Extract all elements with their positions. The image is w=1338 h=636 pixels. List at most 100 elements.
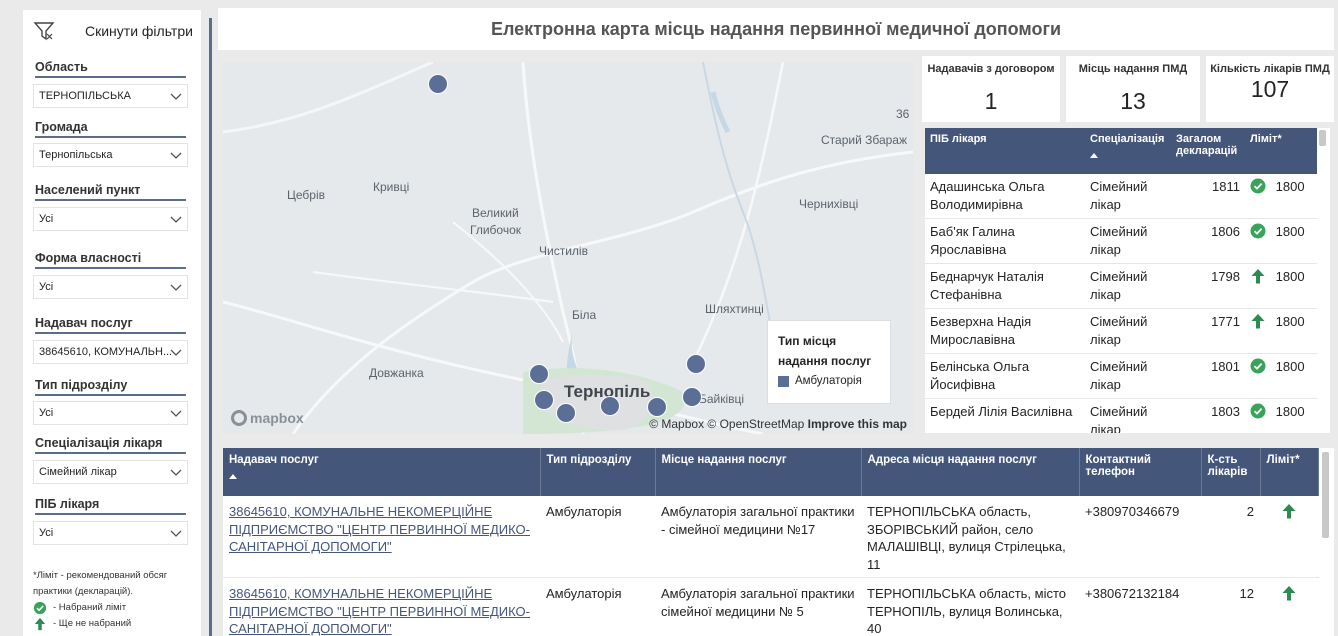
table-row[interactable]: Бердей Лілія Василівна Сімейний лікар 1803… bbox=[925, 398, 1317, 433]
map-label: Глибочок bbox=[470, 223, 521, 237]
cell-place: Амбулаторія загальної практики сімейної … bbox=[655, 577, 861, 636]
kpi-label: Надавачів з договором bbox=[927, 63, 1055, 75]
limit-note-text: *Ліміт - рекомендований обсяг практики (… bbox=[33, 570, 168, 597]
column-header-phone[interactable]: Контактний телефон bbox=[1079, 448, 1202, 496]
provider-link[interactable]: 38645610, КОМУНАЛЬНЕ НЕКОМЕРЦІЙНЕ ПІДПРИ… bbox=[229, 586, 530, 636]
filter-label-unit-type: Тип підрозділу bbox=[35, 378, 186, 396]
column-header-place[interactable]: Місце надання послуг bbox=[655, 448, 862, 496]
map-pin[interactable] bbox=[600, 396, 620, 416]
filter-ownership-value: Усі bbox=[39, 281, 54, 293]
check-circle-icon bbox=[1250, 358, 1266, 374]
table-row[interactable]: Безверхна Надія Мирославівна Сімейний лік… bbox=[925, 308, 1317, 354]
scrollbar-thumb[interactable] bbox=[1319, 130, 1326, 146]
kpi-locations: Місць надання ПМД 13 bbox=[1066, 56, 1200, 122]
filter-oblast-value: ТЕРНОПІЛЬСЬКА bbox=[39, 90, 131, 102]
filter-label-doctor: ПІБ лікаря bbox=[35, 497, 186, 515]
table-row[interactable]: Баб'як Галина Ярославівна Сімейний лікар 1… bbox=[925, 218, 1317, 264]
map-pin[interactable] bbox=[534, 390, 554, 410]
arrow-up-icon bbox=[1251, 269, 1265, 284]
cell-phone: +380970346679 bbox=[1079, 496, 1201, 578]
map-pin[interactable] bbox=[428, 74, 448, 94]
filter-oblast-dropdown[interactable]: ТЕРНОПІЛЬСЬКА bbox=[33, 84, 188, 108]
column-header-provider[interactable]: Надавач послуг bbox=[223, 448, 541, 496]
column-header-doctor[interactable]: ПІБ лікаря bbox=[925, 128, 1085, 174]
map-pin[interactable] bbox=[529, 364, 549, 384]
filter-unit-type-dropdown[interactable]: Усі bbox=[33, 401, 188, 425]
filter-ownership-dropdown[interactable]: Усі bbox=[33, 275, 188, 299]
table-row[interactable]: 38645610, КОМУНАЛЬНЕ НЕКОМЕРЦІЙНЕ ПІДПРИ… bbox=[223, 496, 1319, 578]
table-header-row: ПІБ лікаря Спеціалізація Загалом деклара… bbox=[925, 128, 1317, 174]
column-header-limit[interactable]: Ліміт* bbox=[1260, 448, 1319, 496]
reset-filters-label: Скинути фільтри bbox=[85, 23, 193, 39]
arrow-up-icon bbox=[1282, 586, 1296, 601]
chevron-down-icon bbox=[170, 152, 182, 159]
column-header-label: Спеціалізація bbox=[1090, 133, 1165, 145]
cell-limit-status bbox=[1260, 496, 1319, 578]
cell-limit-value: 1800 bbox=[1275, 404, 1305, 419]
cell-limit-value: 1800 bbox=[1275, 314, 1305, 329]
cell-limit-value: 1800 bbox=[1275, 224, 1305, 239]
cell-total: 1798 bbox=[1171, 263, 1245, 309]
column-header-specialization[interactable]: Спеціалізація bbox=[1085, 128, 1171, 174]
map-label: Цебрів bbox=[287, 188, 326, 202]
cell-specialization: Сімейний лікар bbox=[1085, 263, 1171, 309]
table-header-row: Надавач послуг Тип підрозділу Місце нада… bbox=[223, 448, 1319, 496]
column-header-address[interactable]: Адреса місця надання послуг bbox=[861, 448, 1080, 496]
arrow-up-icon bbox=[1251, 314, 1265, 329]
map-pin[interactable] bbox=[647, 397, 667, 417]
map-label: Великий bbox=[472, 206, 519, 220]
table-row[interactable]: Адашинська Ольга Володимирівна Сімейний л… bbox=[925, 174, 1317, 219]
column-header-unit-type[interactable]: Тип підрозділу bbox=[540, 448, 656, 496]
scrollbar-thumb[interactable] bbox=[1322, 452, 1329, 538]
filter-provider-dropdown[interactable]: 38645610, КОМУНАЛЬН... bbox=[33, 340, 188, 364]
cell-address: ТЕРНОПІЛЬСЬКА область, місто ТЕРНОПІЛЬ, … bbox=[861, 577, 1079, 636]
chevron-down-icon bbox=[170, 93, 182, 100]
doctors-table: ПІБ лікаря Спеціалізація Загалом деклара… bbox=[925, 128, 1330, 433]
map-label: Шляхтинці bbox=[705, 302, 764, 316]
filter-settlement-dropdown[interactable]: Усі bbox=[33, 207, 188, 231]
cell-unit-type: Амбулаторія bbox=[540, 496, 655, 578]
cell-total: 1801 bbox=[1171, 353, 1245, 399]
sort-ascending-icon bbox=[1090, 153, 1098, 158]
map-label: Кривці bbox=[373, 180, 410, 194]
filter-provider-value: 38645610, КОМУНАЛЬН... bbox=[39, 346, 173, 358]
providers-table: Надавач послуг Тип підрозділу Місце нада… bbox=[223, 448, 1334, 636]
cell-total: 1806 bbox=[1171, 218, 1245, 264]
map-pin[interactable] bbox=[556, 403, 576, 423]
legend-reached-label: - Набраний ліміт bbox=[53, 602, 127, 613]
map-label: Байківці bbox=[699, 392, 745, 406]
column-header-count[interactable]: К-сть лікарів bbox=[1201, 448, 1261, 496]
map-pin[interactable] bbox=[686, 354, 706, 374]
reset-filters-button[interactable]: Скинути фільтри bbox=[33, 16, 198, 46]
improve-map-link[interactable]: Improve this map bbox=[808, 417, 907, 431]
cell-specialization: Сімейний лікар bbox=[1085, 174, 1171, 219]
cell-doctor-name: Баб'як Галина Ярославівна bbox=[925, 218, 1085, 264]
filter-label-specialization: Спеціалізація лікаря bbox=[35, 436, 186, 454]
cell-limit: 1800 bbox=[1245, 353, 1317, 399]
chevron-down-icon bbox=[170, 410, 182, 417]
filter-hromada-dropdown[interactable]: Тернопільська bbox=[33, 143, 188, 167]
table-row[interactable]: 38645610, КОМУНАЛЬНЕ НЕКОМЕРЦІЙНЕ ПІДПРИ… bbox=[223, 577, 1319, 636]
column-header-total[interactable]: Загалом декларацій bbox=[1171, 128, 1245, 174]
map-label: Чернихівці bbox=[799, 197, 859, 211]
map-pin[interactable] bbox=[682, 387, 702, 407]
arrow-up-icon bbox=[34, 617, 46, 631]
check-circle-icon bbox=[1250, 223, 1266, 239]
cell-doctor-name: Адашинська Ольга Володимирівна bbox=[925, 174, 1085, 219]
filter-hromada-value: Тернопільська bbox=[39, 149, 113, 161]
panel-divider bbox=[209, 18, 212, 636]
column-header-label: Надавач послуг bbox=[229, 454, 319, 466]
kpi-value: 13 bbox=[1120, 88, 1146, 114]
provider-link[interactable]: 38645610, КОМУНАЛЬНЕ НЕКОМЕРЦІЙНЕ ПІДПРИ… bbox=[229, 504, 530, 554]
table-row[interactable]: Беднарчук Наталія Стефанівна Сімейний лік… bbox=[925, 263, 1317, 309]
table-row[interactable]: Белінська Ольга Йосифівна Сімейний лікар 1… bbox=[925, 353, 1317, 399]
filter-doctor-dropdown[interactable]: Усі bbox=[33, 521, 188, 545]
filter-specialization-dropdown[interactable]: Сімейний лікар bbox=[33, 460, 188, 484]
mapbox-logo[interactable]: mapbox bbox=[231, 410, 304, 426]
page-title: Електронна карта місць надання первинної… bbox=[218, 8, 1334, 50]
filter-specialization-value: Сімейний лікар bbox=[39, 466, 117, 478]
column-header-limit[interactable]: Ліміт* bbox=[1245, 128, 1317, 174]
map-label: Чистилів bbox=[539, 244, 588, 258]
map-label: Довжанка bbox=[369, 366, 424, 380]
cell-count: 12 bbox=[1201, 577, 1260, 636]
